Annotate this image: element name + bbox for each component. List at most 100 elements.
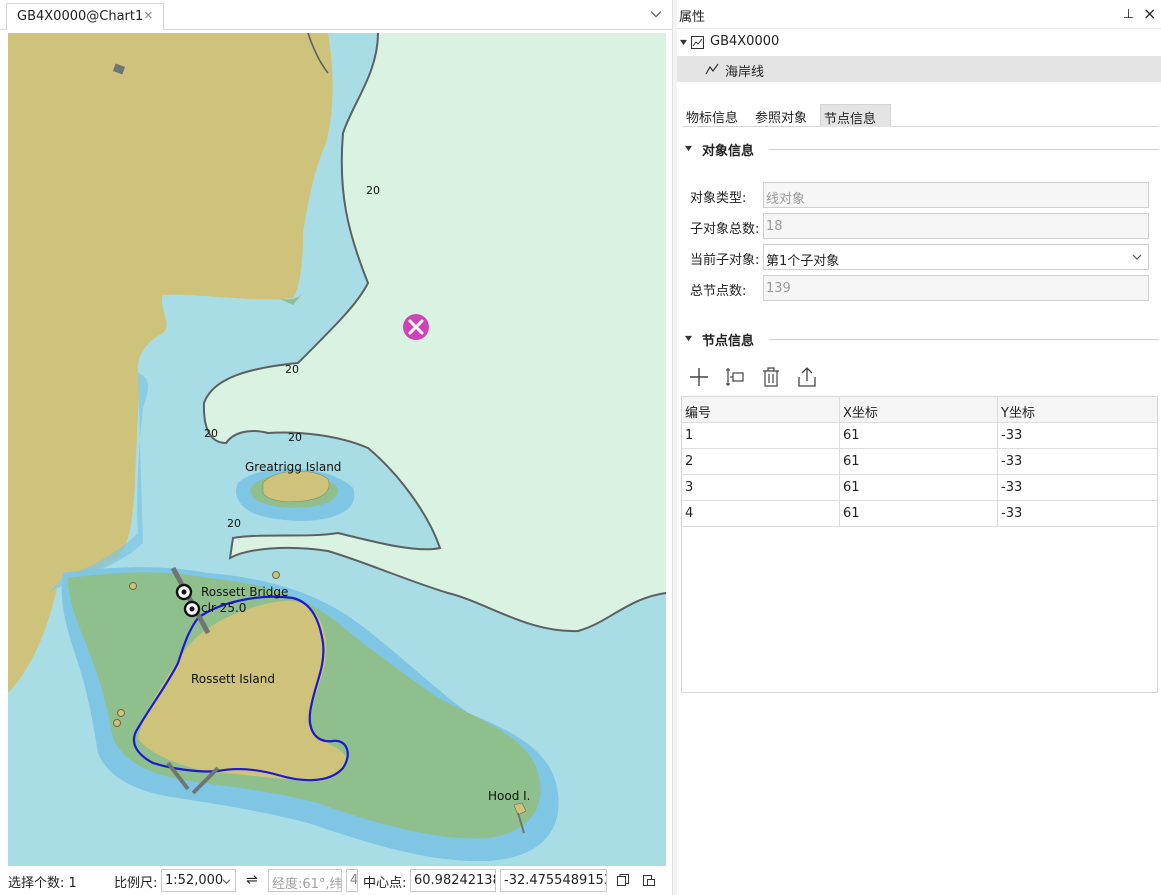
insert-node-icon[interactable] (723, 365, 747, 389)
copy-icon[interactable] (616, 873, 630, 887)
chevron-down-icon (222, 879, 231, 885)
section-divider (769, 149, 1159, 150)
document-tab[interactable]: GB4X0000@Chart1 ✕ (6, 3, 164, 30)
nautical-chart-map[interactable]: 20 20 20 20 20 Greatrigg Island Rossett … (8, 33, 666, 866)
expand-arrow-icon[interactable] (680, 39, 687, 46)
sounding-label: 20 (227, 517, 241, 530)
column-header-x[interactable]: X坐标 (840, 397, 998, 423)
properties-panel: 属性 ⊥ × GB4X0000 海岸线 物标信息 参照对象 节点信息 对象信息 … (677, 0, 1161, 895)
tab-label: 参照对象 (755, 111, 808, 126)
sounding-label: 20 (288, 431, 302, 444)
sub-object-count-value: 18 (766, 219, 783, 234)
node-total-label: 总节点数: (690, 284, 747, 299)
table-cell[interactable]: -33 (998, 501, 1157, 527)
tab-node-info[interactable]: 节点信息 (820, 104, 891, 127)
current-sub-object-label: 当前子对象: (690, 253, 760, 268)
column-header-y[interactable]: Y坐标 (998, 397, 1157, 423)
add-icon[interactable] (687, 365, 711, 389)
object-info-title: 对象信息 (702, 144, 755, 159)
selected-count: 选择个数: 1 (8, 876, 77, 891)
node-total-row: 总节点数: 139 (689, 275, 1159, 301)
current-sub-object-row: 当前子对象: 第1个子对象 (689, 244, 1159, 270)
tree-child-node[interactable]: 海岸线 (677, 56, 1161, 82)
buoy-1 (129, 582, 137, 590)
table-header-row: 编号 X坐标 Y坐标 (682, 397, 1157, 423)
tree-root-node[interactable]: GB4X0000 (677, 30, 1161, 55)
node-info-title: 节点信息 (702, 334, 755, 349)
chart-layer-icon (691, 36, 704, 49)
document-tab-bar: GB4X0000@Chart1 ✕ (0, 0, 672, 30)
buoy-3 (117, 709, 125, 717)
node-total-value: 139 (766, 281, 791, 296)
chevron-down-icon (1132, 254, 1142, 260)
node-total-field: 139 (763, 275, 1149, 301)
chevron-down-icon[interactable] (650, 8, 662, 20)
close-icon[interactable]: ✕ (144, 9, 153, 22)
greatrigg-island-land (262, 470, 330, 503)
property-tabs: 物标信息 参照对象 节点信息 (683, 104, 1159, 127)
table-cell[interactable]: -33 (998, 449, 1157, 475)
object-type-field: 线对象 (763, 182, 1149, 208)
rossett-bridge-label: Rossett Bridge (201, 585, 288, 599)
collapse-arrow-icon[interactable] (685, 335, 692, 342)
clearance-label: clr 25.0 (201, 601, 246, 615)
scale-select[interactable]: 1:52,000 (161, 869, 236, 892)
small-field[interactable]: 4 (346, 869, 358, 892)
table-cell[interactable]: 3 (682, 475, 840, 501)
rossett-island-label: Rossett Island (191, 672, 275, 686)
center-y-value: -32.4755489153 (504, 873, 607, 888)
tab-label: 节点信息 (824, 112, 877, 127)
column-header-index[interactable]: 编号 (682, 397, 840, 423)
lonlat-text: 经度:61°,纬度 (272, 877, 342, 892)
center-x-field[interactable]: 60.98242138 (410, 869, 496, 892)
tab-reference-objects[interactable]: 参照对象 (752, 104, 811, 127)
sub-object-count-field: 18 (763, 213, 1149, 239)
center-y-field[interactable]: -32.4755489153 (500, 869, 607, 892)
delete-icon[interactable] (759, 365, 783, 389)
node-info-section-header[interactable]: 节点信息 (683, 330, 1159, 350)
small-field-text: 4 (350, 873, 358, 888)
table-cell[interactable]: 61 (840, 449, 998, 475)
object-type-label: 对象类型: (690, 191, 747, 206)
node-table: 编号 X坐标 Y坐标 1 61 -33 2 61 -33 3 61 -33 4 … (681, 396, 1158, 693)
table-cell[interactable]: 4 (682, 501, 840, 527)
table-cell[interactable]: 61 (840, 501, 998, 527)
chart-canvas[interactable]: 20 20 20 20 20 Greatrigg Island Rossett … (8, 33, 666, 866)
table-row[interactable]: 2 61 -33 (682, 449, 1157, 475)
properties-title-bar: 属性 ⊥ × (677, 0, 1161, 29)
center-x-value: 60.98242138 (414, 873, 496, 888)
swap-arrows-icon[interactable]: ⇌ (246, 872, 258, 888)
lonlat-input[interactable]: 经度:61°,纬度 (268, 869, 342, 892)
table-cell[interactable]: 61 (840, 423, 998, 449)
table-cell[interactable]: -33 (998, 475, 1157, 501)
object-type-value: 线对象 (766, 192, 806, 207)
current-sub-object-select[interactable]: 第1个子对象 (763, 244, 1149, 270)
table-cell[interactable]: 61 (840, 475, 998, 501)
close-icon[interactable]: × (1143, 4, 1156, 23)
buoy-4 (113, 719, 121, 727)
sounding-label: 20 (204, 427, 218, 440)
line-feature-icon (705, 63, 719, 75)
document-tab-title: GB4X0000@Chart1 (17, 9, 144, 24)
tab-feature-info[interactable]: 物标信息 (683, 104, 742, 127)
table-cell[interactable]: 1 (682, 423, 840, 449)
sounding-label: 20 (366, 184, 380, 197)
object-info-section-header[interactable]: 对象信息 (683, 140, 1159, 160)
export-icon[interactable] (795, 365, 819, 389)
pin-icon[interactable]: ⊥ (1123, 7, 1134, 22)
section-divider (769, 339, 1159, 340)
table-row[interactable]: 3 61 -33 (682, 475, 1157, 501)
object-type-row: 对象类型: 线对象 (689, 182, 1159, 208)
scale-label: 比例尺: (114, 876, 158, 891)
tab-label: 物标信息 (686, 111, 739, 126)
table-row[interactable]: 1 61 -33 (682, 423, 1157, 449)
chart-document-panel: GB4X0000@Chart1 ✕ 20 20 20 20 20 Greatri… (0, 0, 672, 895)
table-cell[interactable]: 2 (682, 449, 840, 475)
current-sub-object-value: 第1个子对象 (766, 254, 840, 269)
table-row[interactable]: 4 61 -33 (682, 501, 1157, 527)
hood-island-label: Hood I. (488, 789, 531, 803)
table-cell[interactable]: -33 (998, 423, 1157, 449)
collapse-arrow-icon[interactable] (685, 145, 692, 152)
delete-marker-icon[interactable] (403, 314, 429, 340)
paste-icon[interactable] (642, 873, 656, 887)
